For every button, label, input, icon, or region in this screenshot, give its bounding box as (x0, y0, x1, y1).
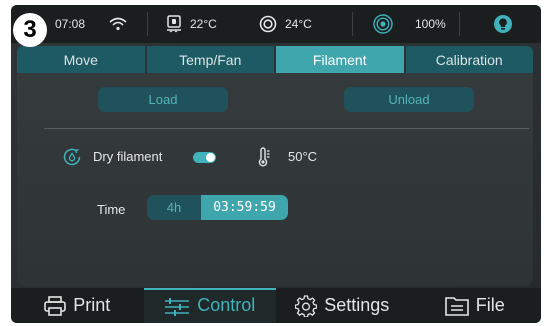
nav-file-label: File (475, 295, 505, 315)
dry-time-control: 4h 03:59:59 (147, 195, 288, 220)
light-level-value: 100% (415, 17, 446, 31)
clock-time: 07:08 (55, 17, 86, 31)
nav-settings[interactable]: Settings (276, 288, 409, 323)
time-hours-selector[interactable]: 4h (147, 195, 201, 220)
nav-control-label: Control (197, 295, 256, 315)
nav-settings-label: Settings (324, 295, 390, 315)
dry-filament-label: Dry filament (93, 149, 163, 164)
unload-button[interactable]: Unload (344, 87, 474, 112)
time-label: Time (97, 202, 126, 217)
tab-temp-fan[interactable]: Temp/Fan (146, 46, 274, 73)
nav-control[interactable]: Control (143, 288, 276, 323)
bed-temp-value: 22°C (190, 17, 217, 31)
nozzle-temp-icon (259, 15, 277, 33)
nozzle-temp-value: 24°C (285, 17, 312, 31)
divider (44, 128, 529, 129)
gear-icon (295, 294, 318, 317)
tab-move[interactable]: Move (17, 46, 145, 73)
thermometer-icon (258, 147, 270, 167)
time-remaining-display[interactable]: 03:59:59 (201, 195, 288, 220)
status-bar: 07:08 22°C 24°C 100% (11, 5, 541, 43)
printer-screen: 07:08 22°C 24°C 100% Move Temp/Fan Filam… (11, 5, 541, 323)
bottom-nav: Print Control Settings File (11, 288, 541, 323)
nav-file[interactable]: File (409, 288, 542, 323)
nav-print-label: Print (73, 295, 111, 315)
nozzle-temp: 24°C (259, 5, 312, 43)
status-separator (147, 12, 148, 36)
bed-temp: 22°C (166, 5, 217, 43)
clock: 07:08 (55, 5, 85, 43)
sliders-icon (165, 297, 190, 316)
step-marker-badge: 3 (13, 13, 47, 47)
control-tabs: Move Temp/Fan Filament Calibration (17, 46, 533, 73)
light-level: 100% (373, 5, 446, 43)
wifi-icon (109, 5, 127, 43)
nav-print[interactable]: Print (11, 288, 144, 323)
dry-filament-toggle[interactable] (193, 152, 216, 163)
status-separator (459, 12, 460, 36)
file-icon (444, 296, 469, 316)
light-icon (373, 14, 393, 34)
load-button[interactable]: Load (98, 87, 228, 112)
bed-temp-icon (167, 15, 181, 33)
tab-calibration[interactable]: Calibration (405, 46, 533, 73)
dry-filament-row: Dry filament 50°C (11, 145, 541, 169)
tab-filament[interactable]: Filament (276, 46, 404, 73)
dry-temp-value: 50°C (288, 149, 318, 164)
bulb-icon[interactable] (493, 5, 513, 43)
printer-icon (44, 295, 67, 316)
status-separator (352, 12, 353, 36)
dry-filament-icon (63, 148, 81, 166)
